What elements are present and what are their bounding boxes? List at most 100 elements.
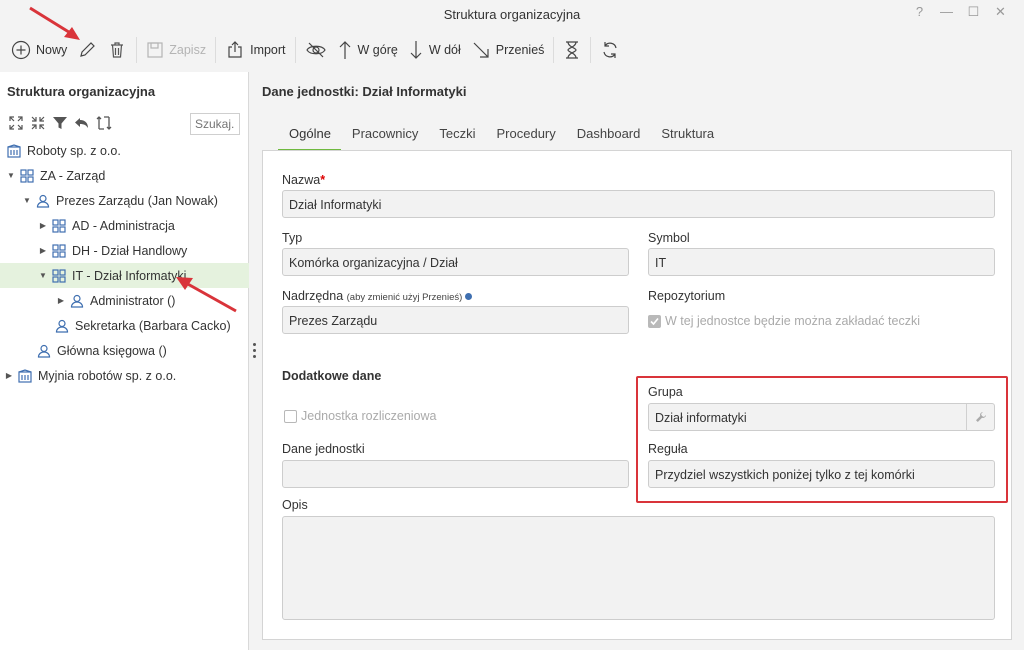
dane-label: Dane jednostki — [282, 442, 365, 456]
refresh-icon — [603, 42, 618, 58]
person-icon — [69, 293, 85, 309]
nadrzedna-label: Nadrzędna (aby zmienić użyj Przenieś) — [282, 289, 473, 303]
org-tree: Roboty sp. z o.o. ▼ ZA - Zarząd ▼ Prezes… — [0, 138, 249, 388]
tree-tools — [7, 114, 113, 132]
structure-panel: Struktura organizacyjna Roboty sp. z o.o… — [0, 72, 249, 650]
down-label: W dół — [428, 43, 461, 57]
tree-node-administracja[interactable]: ▶ AD - Administracja — [0, 213, 249, 238]
repo-checkbox[interactable]: W tej jednostce będzie można zakładać te… — [648, 314, 920, 328]
help-button[interactable]: ? — [906, 4, 933, 20]
expand-arrow-icon[interactable]: ▶ — [56, 296, 66, 305]
nadrzedna-field[interactable]: Prezes Zarządu — [282, 306, 629, 334]
plus-circle-icon — [11, 40, 31, 60]
repo-checkbox-label: W tej jednostce będzie można zakładać te… — [665, 314, 920, 328]
checkbox-icon — [284, 409, 297, 423]
hourglass-icon — [566, 41, 579, 59]
edit-button[interactable] — [72, 35, 102, 65]
toolbar-separator — [294, 37, 296, 63]
tree-node-label: Administrator () — [90, 293, 176, 308]
delete-button[interactable] — [102, 35, 132, 65]
new-label: Nowy — [36, 43, 68, 57]
tab-teczki[interactable]: Teczki — [428, 120, 485, 152]
typ-field[interactable]: Komórka organizacyjna / Dział — [282, 248, 629, 276]
checkbox-checked-icon — [648, 314, 661, 328]
tab-ogolne[interactable]: Ogólne — [278, 120, 341, 152]
title-bar: Struktura organizacyjna ? — ☐ ✕ — [0, 0, 1024, 30]
new-button[interactable]: Nowy — [6, 35, 72, 65]
import-button[interactable]: Import — [220, 35, 290, 65]
hide-button[interactable] — [300, 35, 332, 65]
tree-node-ksiegowa[interactable]: Główna księgowa () — [0, 338, 249, 363]
unit-icon — [51, 243, 67, 259]
tree-node-informatyki[interactable]: ▼ IT - Dział Informatyki — [0, 263, 249, 288]
person-icon — [36, 343, 52, 359]
panel-splitter[interactable] — [253, 343, 257, 361]
tree-node-roboty[interactable]: Roboty sp. z o.o. — [0, 138, 249, 163]
collapse-arrow-icon[interactable]: ▼ — [38, 271, 48, 280]
panel-title: Struktura organizacyjna — [7, 84, 156, 99]
window-controls: ? — ☐ ✕ — [906, 4, 1014, 20]
tree-node-label: Roboty sp. z o.o. — [27, 143, 121, 158]
tree-node-myjnia[interactable]: ▶ Myjnia robotów sp. z o.o. — [0, 363, 249, 388]
tab-pracownicy[interactable]: Pracownicy — [341, 120, 428, 152]
up-label: W górę — [357, 43, 398, 57]
maximize-button[interactable]: ☐ — [960, 4, 987, 20]
close-button[interactable]: ✕ — [987, 4, 1014, 20]
collapse-arrow-icon[interactable]: ▼ — [6, 171, 16, 180]
tab-struktura[interactable]: Struktura — [650, 120, 724, 152]
tree-node-zarzad[interactable]: ▼ ZA - Zarząd — [0, 163, 249, 188]
typ-label: Typ — [282, 231, 303, 245]
tree-node-label: Prezes Zarządu (Jan Nowak) — [56, 193, 218, 208]
dodatkowe-heading: Dodatkowe dane — [282, 369, 382, 383]
opis-field[interactable] — [282, 516, 995, 620]
import-icon — [228, 41, 242, 58]
tree-node-label: DH - Dział Handlowy — [72, 243, 188, 258]
filter-icon[interactable] — [51, 114, 69, 132]
tree-node-label: Sekretarka (Barbara Cacko) — [75, 318, 231, 333]
minimize-button[interactable]: — — [933, 4, 960, 20]
tree-node-administrator[interactable]: ▶ Administrator () — [0, 288, 249, 313]
arrow-up-icon — [339, 41, 350, 59]
sync-icon[interactable] — [95, 114, 113, 132]
import-label: Import — [250, 43, 286, 57]
expand-arrow-icon[interactable]: ▶ — [38, 246, 48, 255]
expand-all-icon[interactable] — [7, 114, 25, 132]
toolbar-separator — [136, 37, 138, 63]
tree-node-handlowy[interactable]: ▶ DH - Dział Handlowy — [0, 238, 249, 263]
move-button[interactable]: Przenieś — [466, 35, 550, 65]
expand-arrow-icon[interactable]: ▶ — [38, 221, 48, 230]
symbol-field[interactable]: IT — [648, 248, 995, 276]
window-title: Struktura organizacyjna — [443, 7, 581, 22]
search-input[interactable] — [190, 113, 240, 135]
tree-node-prezes[interactable]: ▼ Prezes Zarządu (Jan Nowak) — [0, 188, 249, 213]
move-down-button[interactable]: W dół — [403, 35, 466, 65]
floppy-icon — [147, 42, 163, 58]
tree-node-sekretarka[interactable]: Sekretarka (Barbara Cacko) — [0, 313, 249, 338]
nadrzedna-hint: (aby zmienić użyj Przenieś) — [346, 292, 463, 303]
undo-icon[interactable] — [73, 114, 91, 132]
save-label: Zapisz — [169, 43, 207, 57]
unit-icon — [19, 168, 35, 184]
collapse-arrow-icon[interactable]: ▼ — [22, 196, 32, 205]
save-button[interactable]: Zapisz — [141, 35, 211, 65]
highlight-box — [636, 376, 1008, 503]
tree-node-label: ZA - Zarząd — [40, 168, 106, 183]
arrow-down-icon — [410, 41, 422, 59]
repo-label: Repozytorium — [648, 289, 726, 303]
dane-field[interactable] — [282, 460, 629, 488]
tab-dashboard[interactable]: Dashboard — [566, 120, 651, 152]
symbol-label: Symbol — [648, 231, 690, 245]
rozliczeniowa-checkbox[interactable]: Jednostka rozliczeniowa — [284, 409, 437, 423]
nazwa-field[interactable]: Dział Informatyki — [282, 190, 995, 218]
unit-heading: Dane jednostki: Dział Informatyki — [262, 84, 467, 99]
tree-node-label: Główna księgowa () — [57, 343, 167, 358]
refresh-button[interactable] — [595, 35, 625, 65]
expand-arrow-icon[interactable]: ▶ — [4, 371, 14, 380]
hourglass-button[interactable] — [558, 35, 586, 65]
move-up-button[interactable]: W górę — [332, 35, 403, 65]
toolbar-separator — [553, 37, 555, 63]
unit-icon — [51, 218, 67, 234]
tab-procedury[interactable]: Procedury — [486, 120, 566, 152]
collapse-all-icon[interactable] — [29, 114, 47, 132]
toolbar-separator — [215, 37, 217, 63]
